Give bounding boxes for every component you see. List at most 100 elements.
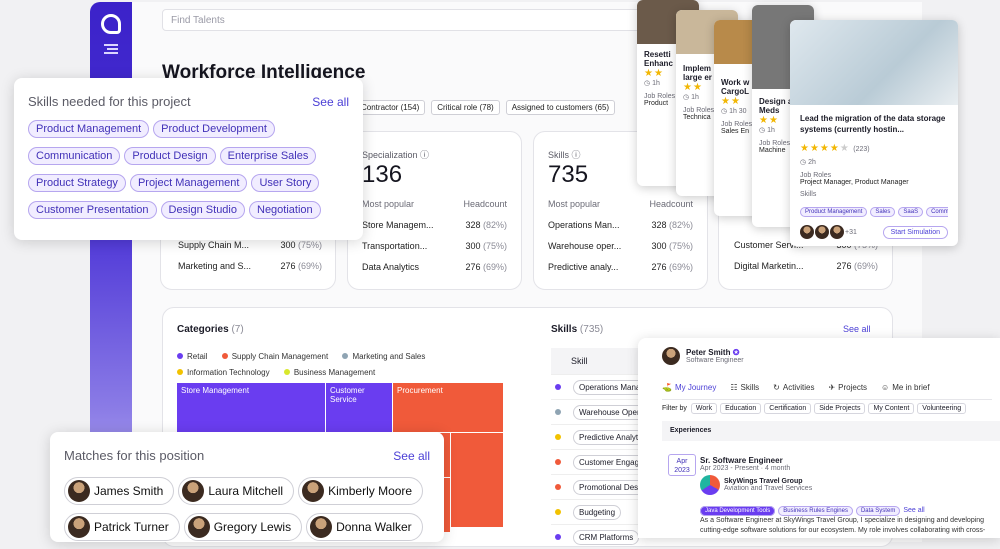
stat-row-pct: (75%) <box>668 241 693 251</box>
filter-chip[interactable]: Side Projects <box>814 403 866 414</box>
skill-tags: Product ManagementSalesSaaSCommunication <box>800 200 948 218</box>
avatar <box>68 480 90 502</box>
skill-pill[interactable]: Product Design <box>124 147 216 165</box>
tab-my-journey[interactable]: ⛳ My Journey <box>662 383 716 392</box>
skill-pill[interactable]: Communication <box>28 147 121 165</box>
stat-row-count: 276 <box>280 261 296 271</box>
skill-tag: Communication <box>926 207 948 217</box>
avatar <box>68 516 90 538</box>
treemap-cell[interactable] <box>451 433 504 528</box>
avatar <box>187 516 210 538</box>
skill-pills: Product Management Product Development Co… <box>28 119 349 227</box>
skill-pill[interactable]: Enterprise Sales <box>219 147 317 165</box>
tab-skills[interactable]: ☷ Skills <box>730 383 759 392</box>
matches-see-all[interactable]: See all <box>393 449 430 463</box>
app-logo-icon[interactable] <box>101 14 121 34</box>
matches-panel: Matches for this position See all James … <box>50 432 444 542</box>
stat-row-name: Store Managem... <box>362 220 434 230</box>
skill-pill[interactable]: Product Development <box>153 120 275 138</box>
company-name: SkyWings Travel Group <box>724 478 803 485</box>
stat-row-pct: (69%) <box>853 261 878 271</box>
skill-pill[interactable]: User Story <box>251 174 320 192</box>
most-popular-label: Most popular <box>548 199 601 209</box>
stat-row-count: 328 <box>651 220 667 230</box>
profile-filter-bar: Filter by Work Education Certification Side… <box>662 403 1000 414</box>
stat-label: Specialization ⓘ <box>362 150 430 160</box>
profile-role: Software Engineer <box>686 357 744 364</box>
person-chip[interactable]: Kimberly Moore <box>298 477 424 505</box>
stat-row-pct: (69%) <box>297 261 322 271</box>
experience-entry: Sr. Software Engineer Apr 2023 - Present… <box>700 456 996 517</box>
profile-tabs: ⛳ My Journey ☷ Skills ↻ Activities ✈ Projec… <box>662 377 992 400</box>
stat-row-count: 328 <box>465 220 481 230</box>
stat-row-pct: (82%) <box>668 220 693 230</box>
filter-chip[interactable]: Volunteering <box>917 403 967 414</box>
legend-item: Retail <box>177 352 207 361</box>
skill-pill[interactable]: Negotiation <box>249 201 321 219</box>
stat-row-name: Predictive analy... <box>548 262 619 272</box>
treemap-cell-customer-service[interactable]: Customer Service <box>326 383 393 433</box>
filter-chip[interactable]: Education <box>720 403 762 414</box>
job-tags-see-all[interactable]: See all <box>903 507 924 514</box>
tab-activities[interactable]: ↻ Activities <box>773 383 814 392</box>
matches-title: Matches for this position <box>64 448 205 463</box>
skill-tag: Product Management <box>800 207 868 217</box>
job-tag: Business Rules Engines <box>778 506 853 516</box>
person-chip[interactable]: Laura Mitchell <box>178 477 295 505</box>
tab-projects[interactable]: ✈ Projects <box>828 383 867 392</box>
avatar <box>302 480 325 502</box>
categories-title: Categories (7) <box>177 324 244 335</box>
skills-needed-see-all[interactable]: See all <box>312 95 349 109</box>
stat-row-name: Digital Marketin... <box>734 261 804 271</box>
legend-item: Business Management <box>283 368 375 377</box>
skill-pill[interactable]: Project Management <box>129 174 248 192</box>
featured-talent-card[interactable]: Lead the migration of the data storage s… <box>790 20 958 246</box>
stat-row-name: Marketing and S... <box>178 261 252 271</box>
treemap-cell-store-management[interactable]: Store Management <box>177 383 326 433</box>
participant-avatars: +31 <box>800 225 857 239</box>
filter-chip-contractor[interactable]: Contractor (154) <box>355 100 426 115</box>
stat-row-pct: (75%) <box>482 241 507 251</box>
filter-chip[interactable]: My Content <box>868 403 915 414</box>
job-roles-label: Job Roles <box>800 172 832 179</box>
skill-pill[interactable]: Design Studio <box>160 201 245 219</box>
stat-row-pct: (75%) <box>297 240 322 250</box>
profile-name: Peter Smith ✪ <box>686 348 740 357</box>
filter-chip[interactable]: Work <box>690 403 718 414</box>
stat-row-count: 276 <box>465 262 481 272</box>
headcount-label: Headcount <box>649 199 693 209</box>
skills-needed-title: Skills needed for this project <box>28 94 191 109</box>
stat-row-count: 300 <box>651 241 667 251</box>
experience-date-badge: Apr 2023 <box>668 454 696 476</box>
featured-card-image <box>790 20 958 105</box>
person-chip[interactable]: Gregory Lewis <box>183 513 303 541</box>
filter-chip-assigned[interactable]: Assigned to customers (65) <box>505 100 616 115</box>
job-tag: Java Development Tools <box>700 506 776 516</box>
stat-row-name: Data Analytics <box>362 262 420 272</box>
stat-row-count: 276 <box>836 261 852 271</box>
skill-pill[interactable]: Product Management <box>28 120 150 138</box>
stat-row-count: 300 <box>465 241 481 251</box>
filter-chip[interactable]: Certification <box>764 403 812 414</box>
headcount-label: Headcount <box>463 199 507 209</box>
person-chip[interactable]: Patrick Turner <box>64 513 180 541</box>
start-simulation-button[interactable]: Start Simulation <box>882 225 948 239</box>
treemap-cell-procurement[interactable]: Procurement <box>393 383 504 433</box>
person-chip[interactable]: James Smith <box>64 477 175 505</box>
featured-card-title: Lead the migration of the data storage s… <box>800 114 946 134</box>
job-roles-value: Project Manager, Product Manager <box>800 179 909 186</box>
job-tag: Data System <box>855 506 901 516</box>
person-chip[interactable]: Donna Walker <box>306 513 423 541</box>
tab-me-in-brief[interactable]: ☺ Me in brief <box>881 383 930 392</box>
search-input[interactable]: Find Talents <box>162 9 642 31</box>
menu-toggle-icon[interactable] <box>104 44 118 54</box>
categories-legend: Retail Supply Chain Management Marketing… <box>177 349 507 381</box>
skill-tag: Sales <box>870 207 896 217</box>
stat-card-specialization: Specialization ⓘ 136 Most popular Headcou… <box>347 131 522 290</box>
skills-see-all-link[interactable]: See all <box>843 324 871 334</box>
skill-pill[interactable]: Customer Presentation <box>28 201 157 219</box>
legend-item: Information Technology <box>177 368 270 377</box>
filter-chip-critical-role[interactable]: Critical role (78) <box>431 100 500 115</box>
skill-pill[interactable]: Product Strategy <box>28 174 126 192</box>
skill-tag: SaaS <box>898 207 924 217</box>
